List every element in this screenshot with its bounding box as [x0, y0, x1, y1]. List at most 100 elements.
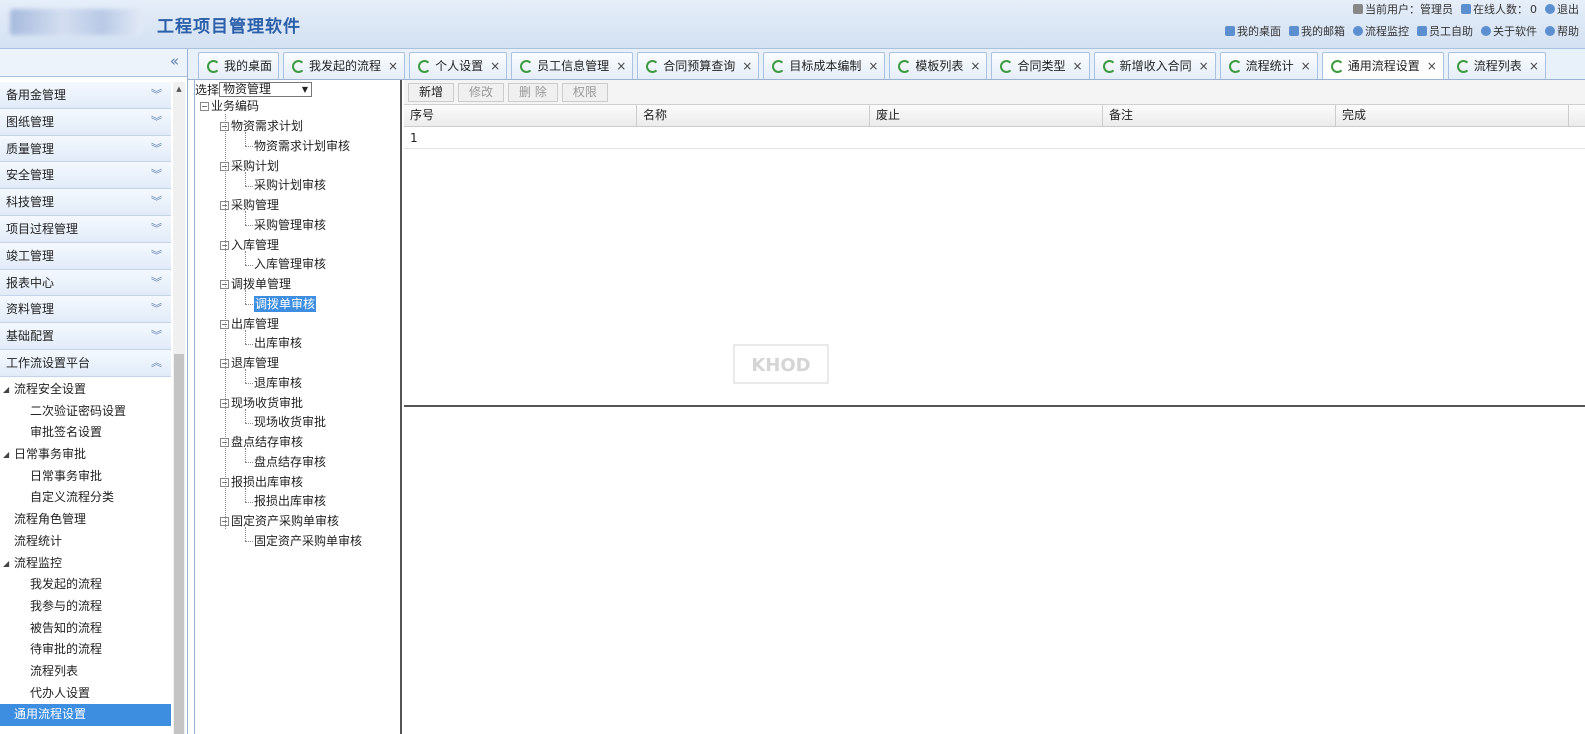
tree-leaf-node[interactable]: 采购计划审核 — [254, 177, 326, 193]
permission-button[interactable]: 权限 — [561, 83, 608, 102]
collapse-toggle-icon[interactable]: − — [220, 280, 229, 289]
workflow-tree-item[interactable]: 流程列表 — [0, 661, 171, 683]
sidebar-section[interactable]: 工作流设置平台 ︽ — [0, 349, 171, 377]
tree-group-node[interactable]: − 固定资产采购单审核 — [220, 513, 339, 529]
workflow-tree-item[interactable]: 日常事务审批 — [0, 466, 171, 488]
sidebar-section[interactable]: 安全管理 ︾ — [0, 162, 171, 190]
workflow-tree-item[interactable]: 通用流程设置 — [0, 704, 171, 726]
close-icon[interactable]: × — [490, 54, 500, 79]
tree-leaf-node[interactable]: 固定资产采购单审核 — [254, 533, 362, 549]
link-about[interactable]: 关于软件 — [1481, 23, 1537, 39]
workflow-tree-item[interactable]: 自定义流程分类 — [0, 487, 171, 509]
tree-group-node[interactable]: − 采购计划 — [220, 158, 279, 174]
tree-leaf-node[interactable]: 采购管理审核 — [254, 217, 326, 233]
tab-1[interactable]: 我发起的流程 × — [283, 52, 406, 79]
tree-group-node[interactable]: − 出库管理 — [220, 316, 279, 332]
grid-column-header[interactable]: 名称 — [637, 105, 870, 127]
tab-10[interactable]: 通用流程设置 × — [1321, 52, 1444, 79]
sidebar-section[interactable]: 图纸管理 ︾ — [0, 108, 171, 136]
tree-group-node[interactable]: − 调拨单管理 — [220, 276, 291, 292]
tree-leaf-node[interactable]: 退库审核 — [254, 375, 302, 391]
tree-leaf-node[interactable]: 物资需求计划审核 — [254, 138, 350, 154]
close-icon[interactable]: × — [742, 54, 752, 79]
workflow-tree-item[interactable]: ◢ 流程安全设置 — [0, 379, 171, 401]
close-icon[interactable]: × — [1073, 54, 1083, 79]
tree-group-node[interactable]: − 现场收货审批 — [220, 395, 303, 411]
expand-arrow-icon[interactable]: ◢ — [3, 379, 9, 401]
link-mailbox[interactable]: 我的邮箱 — [1289, 23, 1345, 39]
tree-group-node[interactable]: − 退库管理 — [220, 355, 279, 371]
tree-group-node[interactable]: − 入库管理 — [220, 237, 279, 253]
workflow-tree-item[interactable]: 待审批的流程 — [0, 639, 171, 661]
tab-8[interactable]: 新增收入合同 × — [1093, 52, 1216, 79]
expand-arrow-icon[interactable]: ◢ — [3, 553, 9, 575]
link-monitor[interactable]: 流程监控 — [1353, 23, 1409, 39]
workflow-tree-item[interactable]: 我发起的流程 — [0, 574, 171, 596]
tab-7[interactable]: 合同类型 × — [991, 52, 1090, 79]
tree-group-node[interactable]: − 盘点结存审核 — [220, 434, 303, 450]
workflow-tree-item[interactable]: 流程角色管理 — [0, 509, 171, 531]
link-help[interactable]: 帮助 — [1545, 23, 1579, 39]
workflow-tree-item[interactable]: 流程统计 — [0, 531, 171, 553]
close-icon[interactable]: × — [1301, 54, 1311, 79]
category-select[interactable]: 物资管理 ▼ — [219, 82, 313, 97]
delete-button[interactable]: 删 除 — [508, 83, 558, 102]
sidebar-section[interactable]: 科技管理 ︾ — [0, 189, 171, 216]
workflow-tree-item[interactable]: ◢ 日常事务审批 — [0, 444, 171, 466]
collapse-toggle-icon[interactable]: − — [220, 477, 229, 487]
close-icon[interactable]: × — [1427, 54, 1437, 79]
sidebar-section[interactable]: 质量管理 ︾ — [0, 135, 171, 163]
tree-group-node[interactable]: − 物资需求计划 — [220, 118, 303, 134]
scroll-up-arrow-icon[interactable]: ▲ — [173, 82, 185, 96]
tab-3[interactable]: 员工信息管理 × — [511, 52, 634, 79]
grid-column-header[interactable]: 完成 — [1336, 105, 1569, 127]
tree-group-node[interactable]: − 报损出库审核 — [220, 474, 303, 490]
tree-group-node[interactable]: − 采购管理 — [220, 197, 279, 213]
collapse-toggle-icon[interactable]: − — [220, 517, 229, 526]
expand-arrow-icon[interactable]: ◢ — [3, 444, 9, 466]
grid-column-header[interactable]: 序号 — [404, 105, 637, 127]
collapse-toggle-icon[interactable]: − — [220, 359, 229, 368]
workflow-tree-item[interactable]: 二次验证密码设置 — [0, 401, 171, 423]
sidebar-section[interactable]: 竣工管理 ︾ — [0, 242, 171, 270]
sidebar-section[interactable]: 备用金管理 ︾ — [0, 82, 171, 109]
tab-11[interactable]: 流程列表 × — [1447, 52, 1546, 79]
close-icon[interactable]: × — [1529, 54, 1539, 79]
close-icon[interactable]: × — [868, 54, 878, 79]
tree-root[interactable]: − 业务编码 — [200, 98, 259, 114]
collapse-toggle-icon[interactable]: − — [220, 240, 229, 250]
logout-link[interactable]: 退出 — [1545, 1, 1579, 17]
sidebar-section[interactable]: 报表中心 ︾ — [0, 269, 171, 297]
workflow-tree-item[interactable]: 被告知的流程 — [0, 618, 171, 640]
sidebar-scrollbar[interactable]: ▲ — [173, 82, 185, 734]
link-self-service[interactable]: 员工自助 — [1417, 23, 1473, 39]
collapse-toggle-icon[interactable]: − — [220, 319, 229, 329]
tree-leaf-node[interactable]: 调拨单审核 — [254, 295, 317, 312]
tab-0[interactable]: 我的桌面 — [198, 52, 280, 79]
scrollbar-thumb[interactable] — [174, 354, 184, 734]
grid-column-header[interactable]: 废止 — [870, 105, 1103, 127]
add-button[interactable]: 新增 — [408, 83, 455, 102]
workflow-tree-item[interactable]: ◢ 流程监控 — [0, 553, 171, 575]
link-desktop[interactable]: 我的桌面 — [1225, 23, 1281, 39]
tab-4[interactable]: 合同预算查询 × — [637, 52, 760, 79]
close-icon[interactable]: × — [970, 54, 980, 79]
close-icon[interactable]: × — [616, 54, 626, 79]
collapse-toggle-icon[interactable]: − — [200, 102, 209, 111]
tab-9[interactable]: 流程统计 × — [1219, 52, 1318, 79]
tab-2[interactable]: 个人设置 × — [409, 52, 508, 79]
grid-column-header[interactable]: 备注 — [1103, 105, 1336, 127]
edit-button[interactable]: 修改 — [458, 83, 505, 102]
sidebar-section[interactable]: 资料管理 ︾ — [0, 296, 171, 324]
collapse-toggle-icon[interactable]: − — [220, 161, 229, 171]
collapse-toggle-icon[interactable]: − — [220, 122, 229, 131]
tree-leaf-node[interactable]: 现场收货审批 — [254, 414, 326, 430]
tree-leaf-node[interactable]: 报损出库审核 — [254, 493, 326, 509]
tree-leaf-node[interactable]: 出库审核 — [254, 335, 302, 351]
tree-leaf-node[interactable]: 入库管理审核 — [254, 256, 326, 272]
tab-6[interactable]: 模板列表 × — [889, 52, 988, 79]
collapse-toggle-icon[interactable]: − — [220, 398, 229, 408]
close-icon[interactable]: × — [388, 54, 398, 79]
collapse-sidebar-button[interactable]: « — [170, 52, 179, 70]
sidebar-section[interactable]: 项目过程管理 ︾ — [0, 215, 171, 243]
